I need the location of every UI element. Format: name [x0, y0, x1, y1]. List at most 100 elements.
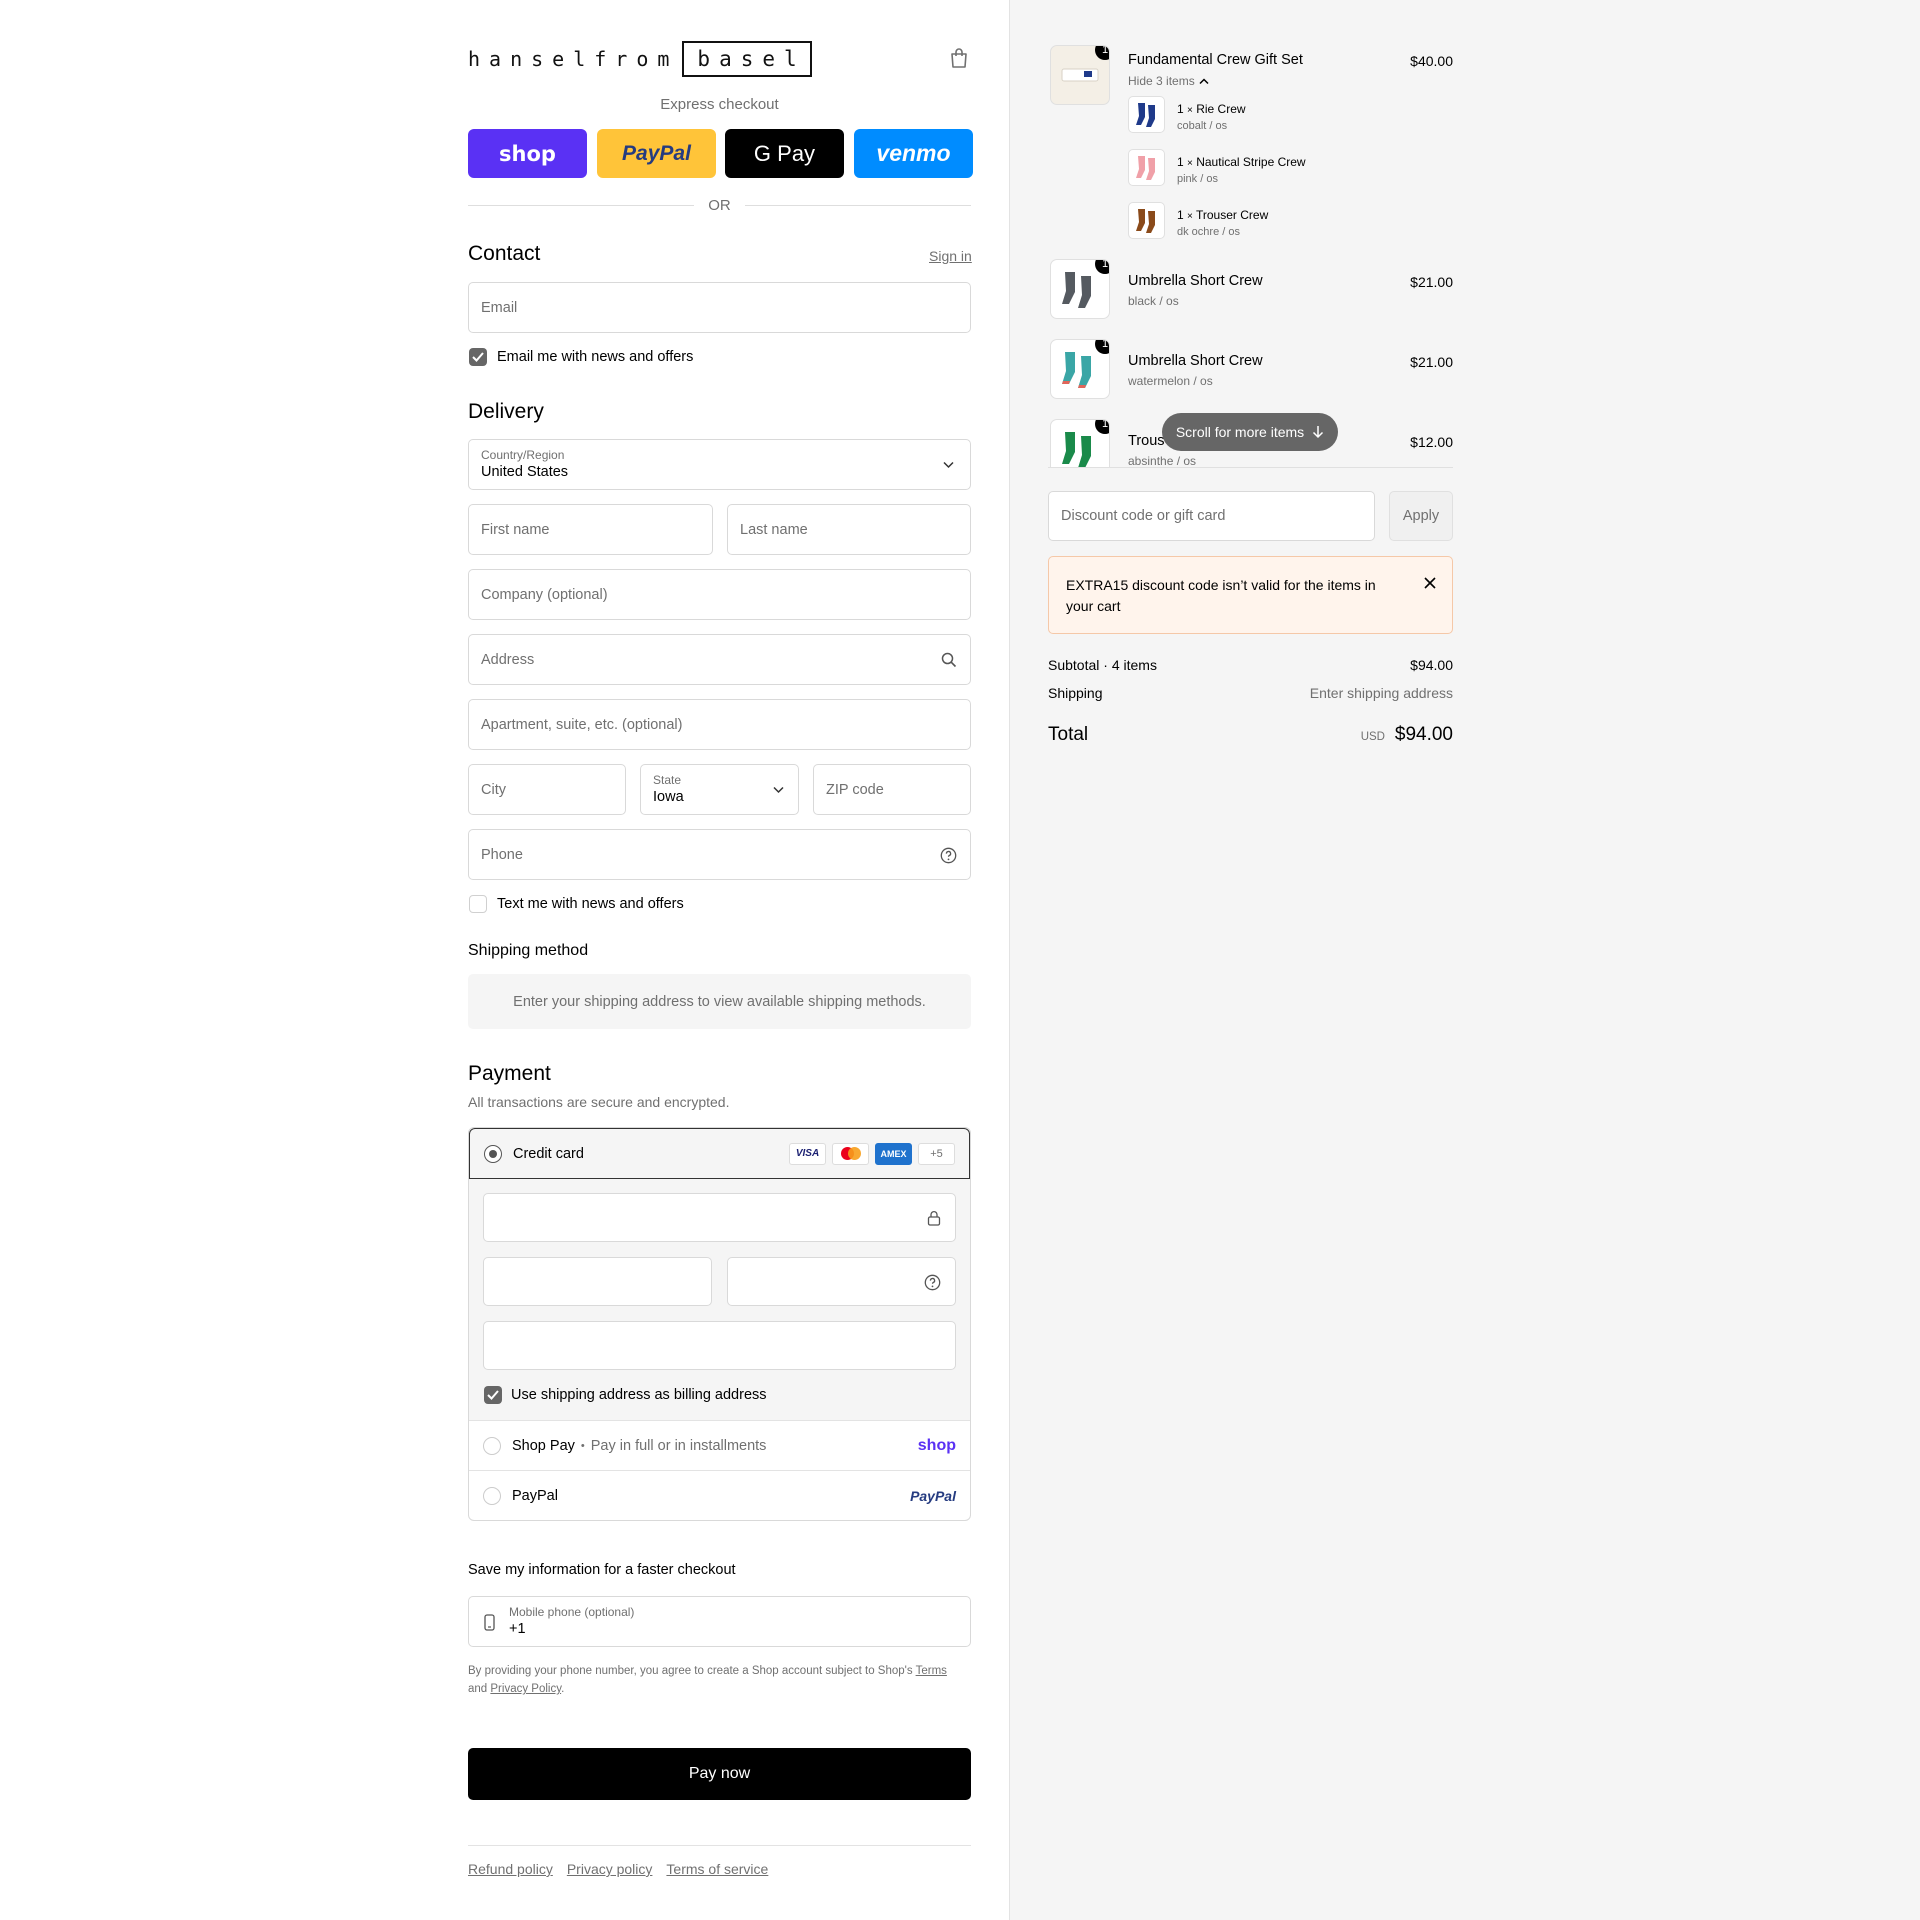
shop-pay-description: Pay in full or in installments	[590, 1437, 767, 1454]
apply-discount-button[interactable]: Apply	[1389, 491, 1453, 541]
google-pay-button[interactable]: G Pay	[725, 129, 844, 178]
refund-policy-link[interactable]: Refund policy	[468, 1861, 553, 1877]
sub-item-thumbnail	[1128, 96, 1165, 133]
last-name-field[interactable]: Last name	[727, 504, 971, 555]
name-on-card-field[interactable]	[483, 1321, 956, 1370]
mobile-phone-field[interactable]: Mobile phone (optional) +1	[468, 1596, 971, 1647]
sub-item-variant: cobalt / os	[1177, 120, 1228, 132]
address-field[interactable]: Address	[468, 634, 971, 685]
shipping-label: Shipping	[1048, 685, 1103, 701]
product-thumbnail: 1	[1050, 45, 1110, 105]
sub-item-times: ×	[1187, 211, 1193, 222]
payment-heading: Payment	[468, 1062, 551, 1085]
mastercard-icon	[832, 1142, 869, 1165]
state-select[interactable]: State Iowa	[640, 764, 799, 815]
sock-image	[1062, 272, 1091, 308]
close-icon[interactable]	[1424, 577, 1436, 589]
sock-image	[1062, 352, 1091, 388]
company-placeholder: Company (optional)	[481, 586, 608, 603]
credit-card-option[interactable]: Credit card VISA AMEX +5	[469, 1128, 970, 1179]
product-variant: watermelon / os	[1128, 374, 1213, 388]
total-row: Total USD $94.00	[1048, 724, 1453, 746]
card-number-field[interactable]	[483, 1193, 956, 1242]
paypal-logo: PayPal	[910, 1488, 956, 1504]
venmo-button[interactable]: venmo	[854, 129, 973, 178]
arrow-down-icon	[1313, 426, 1324, 439]
total-value: $94.00	[1394, 724, 1453, 745]
security-code-field[interactable]	[727, 1257, 956, 1306]
save-info-heading: Save my information for a faster checkou…	[468, 1562, 736, 1578]
expiration-date-field[interactable]	[483, 1257, 712, 1306]
lock-icon	[927, 1211, 941, 1226]
paypal-button-label: PayPal	[622, 141, 691, 165]
shop-pay-separator: •	[580, 1439, 585, 1452]
product-name: Umbrella Short Crew	[1128, 353, 1263, 369]
email-field[interactable]: Email	[468, 282, 971, 333]
shopping-bag-icon[interactable]	[948, 47, 970, 69]
help-circle-icon[interactable]	[940, 847, 957, 864]
sock-image	[1135, 102, 1155, 127]
chevron-down-icon	[773, 786, 784, 794]
city-field[interactable]: City	[468, 764, 626, 815]
product-thumbnail: 1	[1050, 339, 1110, 399]
text-news-checkbox[interactable]	[469, 895, 487, 913]
billing-address-label: Use shipping address as billing address	[511, 1387, 767, 1403]
sub-item-times: ×	[1187, 105, 1193, 116]
phone-placeholder: Phone	[481, 846, 523, 863]
product-thumbnail: 1	[1050, 259, 1110, 319]
privacy-policy-footer-link[interactable]: Privacy policy	[567, 1861, 653, 1877]
visa-icon: VISA	[789, 1142, 826, 1165]
brand-logo[interactable]: hanselfrom basel	[468, 38, 812, 80]
shop-pay-radio[interactable]	[483, 1436, 501, 1455]
sign-in-link[interactable]: Sign in	[929, 248, 972, 264]
subtotal-value: $94.00	[1410, 657, 1453, 673]
mobile-phone-label: Mobile phone (optional)	[509, 1605, 635, 1619]
delivery-heading: Delivery	[468, 400, 544, 423]
terms-link[interactable]: Terms	[916, 1665, 947, 1677]
apartment-field[interactable]: Apartment, suite, etc. (optional)	[468, 699, 971, 750]
zip-field[interactable]: ZIP code	[813, 764, 971, 815]
product-name: Umbrella Short Crew	[1128, 273, 1263, 289]
privacy-policy-link[interactable]: Privacy Policy	[490, 1683, 561, 1695]
shop-pay-button-label: shop	[499, 141, 556, 166]
venmo-button-label: venmo	[876, 140, 951, 166]
more-cards-badge: +5	[918, 1142, 955, 1165]
shop-legal-prefix: By providing your phone number, you agre…	[468, 1665, 913, 1677]
email-news-checkbox[interactable]	[469, 348, 487, 366]
checkout-form-column: hanselfrom basel Express checkout shop P…	[0, 0, 1009, 1920]
currency-code: USD	[1360, 731, 1385, 743]
terms-of-service-link[interactable]: Terms of service	[666, 1861, 768, 1877]
product-variant: absinthe / os	[1128, 454, 1197, 468]
card-brands: VISA AMEX +5	[789, 1142, 955, 1165]
credit-card-radio[interactable]	[484, 1144, 502, 1163]
country-select[interactable]: Country/Region United States	[468, 439, 971, 490]
subtotal-row: Subtotal · 4 items $94.00	[1048, 657, 1453, 673]
country-label: Country/Region	[481, 448, 565, 462]
total-label: Total	[1048, 724, 1089, 745]
company-field[interactable]: Company (optional)	[468, 569, 971, 620]
hide-items-toggle[interactable]: Hide 3 items	[1128, 74, 1209, 88]
help-circle-icon[interactable]	[924, 1274, 941, 1291]
first-name-field[interactable]: First name	[468, 504, 713, 555]
paypal-button[interactable]: PayPal	[597, 129, 716, 178]
scroll-for-more-button[interactable]: Scroll for more items	[1162, 413, 1338, 451]
billing-address-checkbox[interactable]	[484, 1386, 502, 1404]
shipping-method-message: Enter your shipping address to view avai…	[468, 974, 971, 1029]
paypal-radio[interactable]	[483, 1487, 501, 1505]
pay-now-button[interactable]: Pay now	[468, 1748, 971, 1800]
discount-code-field[interactable]: Discount code or gift card	[1048, 491, 1375, 541]
phone-field[interactable]: Phone	[468, 829, 971, 880]
sub-item-name: 1 × Nautical Stripe Crew	[1177, 155, 1306, 169]
email-news-label: Email me with news and offers	[497, 349, 694, 365]
discount-error-text: EXTRA15 discount code isn’t valid for th…	[1066, 577, 1376, 614]
sub-item-title: Nautical Stripe Crew	[1196, 155, 1306, 169]
shipping-method-heading: Shipping method	[468, 942, 589, 959]
shop-pay-button[interactable]: shop	[468, 129, 587, 178]
text-news-label: Text me with news and offers	[497, 896, 684, 912]
shop-pay-option[interactable]: Shop Pay • Pay in full or in installment…	[469, 1421, 970, 1471]
cart-items-list[interactable]: 1 Fundamental Crew Gift Set $40.00 Hide …	[1048, 40, 1453, 468]
mobile-phone-icon	[484, 1614, 495, 1631]
sub-item-qty: 1	[1177, 155, 1184, 169]
sock-image	[1135, 155, 1155, 180]
paypal-option[interactable]: PayPal PayPal	[469, 1471, 970, 1520]
